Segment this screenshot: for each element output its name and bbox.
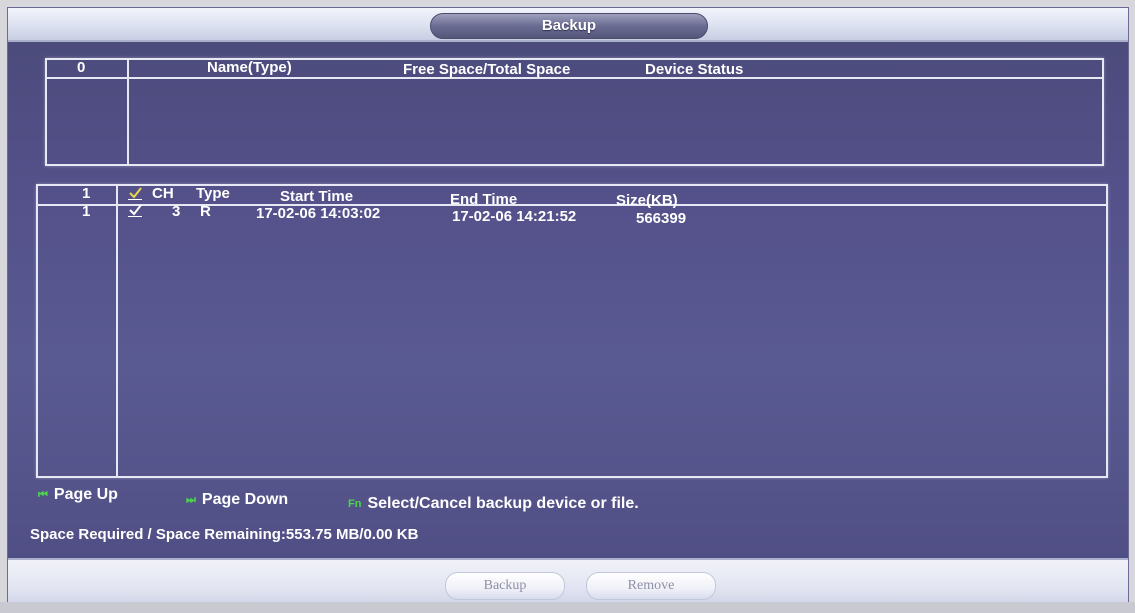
select-all-checkbox[interactable] [128,187,142,200]
table-column-divider [127,60,129,164]
table-header-divider [38,204,1106,206]
table-header-divider [47,77,1102,79]
page-up-label: Page Up [53,486,118,503]
column-type: Type [196,185,230,202]
fn-hint: Fn Select/Cancel backup device or file. [348,495,639,513]
row-ch: 3 [172,203,181,220]
page-down-key-icon: ⏭ [186,493,196,506]
row-type: R [200,203,211,220]
backup-file-table[interactable]: 1 CH Type Start Time End Time Size(KB) 1… [36,184,1108,478]
fn-label: Select/Cancel backup device or file. [367,495,639,512]
row-end-time: 17-02-06 14:21:52 [452,208,577,225]
check-icon [129,204,142,216]
space-status: Space Required / Space Remaining:553.75 … [30,526,419,543]
file-count: 1 [82,185,91,202]
device-count: 0 [77,59,86,76]
column-ch: CH [152,185,174,202]
column-end-time: End Time [450,191,518,208]
button-bar [8,558,1128,605]
column-device-status: Device Status [645,61,744,78]
backup-button[interactable]: Backup [445,572,565,600]
backup-dialog: Backup 0 Name(Type) Free Space/Total Spa… [8,8,1128,605]
row-start-time: 17-02-06 14:03:02 [256,205,381,222]
column-free-total-space: Free Space/Total Space [403,61,571,78]
dialog-title: Backup [430,13,708,39]
column-name-type: Name(Type) [207,59,292,76]
page-down-label: Page Down [201,491,289,508]
fn-key-icon: Fn [348,498,362,510]
title-bar: Backup [8,8,1128,42]
row-index: 1 [82,203,91,220]
row-checkbox[interactable] [128,204,142,217]
page-up-key-icon: ⏮ [38,488,48,501]
page-down-hint: ⏭ Page Down [186,491,288,509]
check-icon [129,187,142,199]
table-column-divider [116,186,118,476]
remove-button[interactable]: Remove [586,572,716,600]
background-strip [0,602,1135,613]
backup-device-table[interactable]: 0 Name(Type) Free Space/Total Space Devi… [45,58,1104,166]
row-size: 566399 [636,210,687,227]
column-size-kb: Size(KB) [616,192,678,209]
column-start-time: Start Time [280,188,354,205]
page-up-hint: ⏮ Page Up [38,486,118,504]
